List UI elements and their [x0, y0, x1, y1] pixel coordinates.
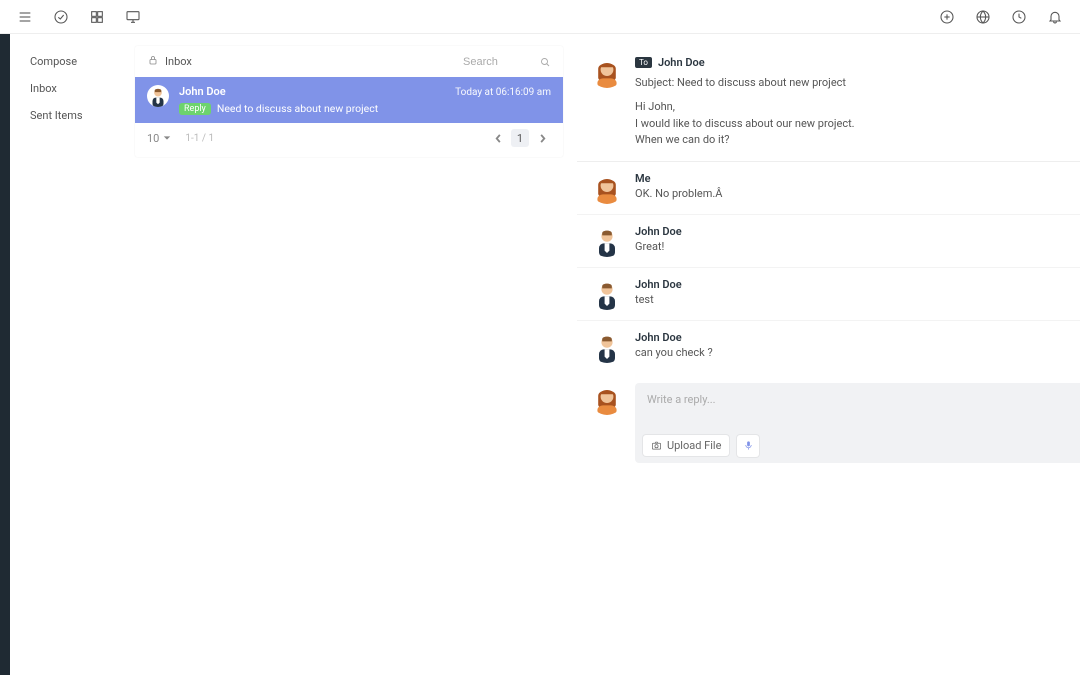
search-icon: [539, 56, 551, 68]
sidebar: Compose Inbox Sent Items: [10, 34, 135, 675]
avatar: [591, 278, 623, 310]
compose-area: Upload File: [577, 373, 1080, 475]
sidebar-item-inbox[interactable]: Inbox: [10, 75, 135, 102]
thread-from: John Doe: [658, 56, 705, 69]
sidebar-item-sent[interactable]: Sent Items: [10, 102, 135, 129]
grid-icon[interactable]: [88, 8, 106, 26]
pager: 10 1-1 / 1 1: [135, 123, 563, 157]
per-page-value: 10: [147, 132, 159, 145]
message-sender: John Doe: [179, 85, 226, 98]
avatar: [591, 331, 623, 363]
upload-file-button[interactable]: Upload File: [643, 435, 729, 456]
pager-range: 1-1 / 1: [185, 133, 214, 144]
reply-item: John Doe can you check ?: [577, 321, 1080, 373]
reply-input[interactable]: [635, 383, 1080, 429]
pager-next[interactable]: [533, 129, 551, 147]
reply-text: test: [635, 293, 682, 306]
reply-text: can you check ?: [635, 346, 713, 359]
per-page-select[interactable]: 10: [147, 132, 171, 145]
body-line: I would like to discuss about our new pr…: [635, 116, 1066, 133]
left-rail: [0, 34, 10, 675]
list-header: Inbox: [135, 46, 563, 77]
mic-icon: [743, 440, 754, 451]
check-circle-icon[interactable]: [52, 8, 70, 26]
camera-icon: [651, 440, 662, 451]
monitor-icon[interactable]: [124, 8, 142, 26]
sidebar-item-compose[interactable]: Compose: [10, 48, 135, 75]
pager-prev[interactable]: [489, 129, 507, 147]
avatar: [591, 172, 623, 204]
reply-author: Me: [635, 172, 722, 185]
menu-icon[interactable]: [16, 8, 34, 26]
avatar: [147, 85, 169, 107]
message-row[interactable]: John Doe Today at 06:16:09 am Reply Need…: [135, 77, 563, 123]
topbar: [0, 0, 1080, 34]
reply-author: John Doe: [635, 225, 682, 238]
lock-icon: [147, 54, 159, 69]
thread-subject: Subject: Need to discuss about new proje…: [635, 76, 1066, 89]
avatar: [591, 56, 623, 88]
plus-circle-icon[interactable]: [938, 8, 956, 26]
reply-item: Me OK. No problem.Â: [577, 162, 1080, 215]
pager-current[interactable]: 1: [511, 129, 529, 147]
reply-item: John Doe Great!: [577, 215, 1080, 268]
globe-icon[interactable]: [974, 8, 992, 26]
chevron-down-icon: [163, 134, 171, 142]
reply-text: Great!: [635, 240, 682, 253]
bell-icon[interactable]: [1046, 8, 1064, 26]
body-line: Hi John,: [635, 99, 1066, 116]
message-list: Inbox John Doe Today at 06:16:09 am Re: [135, 46, 563, 157]
main: Compose Inbox Sent Items Inbox: [0, 34, 1080, 675]
reply-text: OK. No problem.Â: [635, 187, 722, 200]
thread-body: Hi John, I would like to discuss about o…: [635, 99, 1066, 149]
message-time: Today at 06:16:09 am: [455, 87, 551, 98]
reply-author: John Doe: [635, 278, 682, 291]
upload-file-label: Upload File: [667, 439, 721, 452]
to-badge: To: [635, 57, 652, 68]
reply-item: John Doe test: [577, 268, 1080, 321]
avatar: [591, 383, 623, 415]
mic-button[interactable]: [737, 435, 759, 457]
clock-icon[interactable]: [1010, 8, 1028, 26]
list-title: Inbox: [165, 55, 192, 68]
message-subject: Need to discuss about new project: [217, 102, 378, 115]
reply-author: John Doe: [635, 331, 713, 344]
thread-header: To John Doe Subject: Need to discuss abo…: [577, 46, 1080, 162]
thread: To John Doe Subject: Need to discuss abo…: [577, 46, 1080, 475]
search-box[interactable]: [463, 56, 551, 68]
avatar: [591, 225, 623, 257]
search-input[interactable]: [463, 56, 533, 68]
reply-badge: Reply: [179, 103, 211, 115]
body-line: When we can do it?: [635, 132, 1066, 149]
